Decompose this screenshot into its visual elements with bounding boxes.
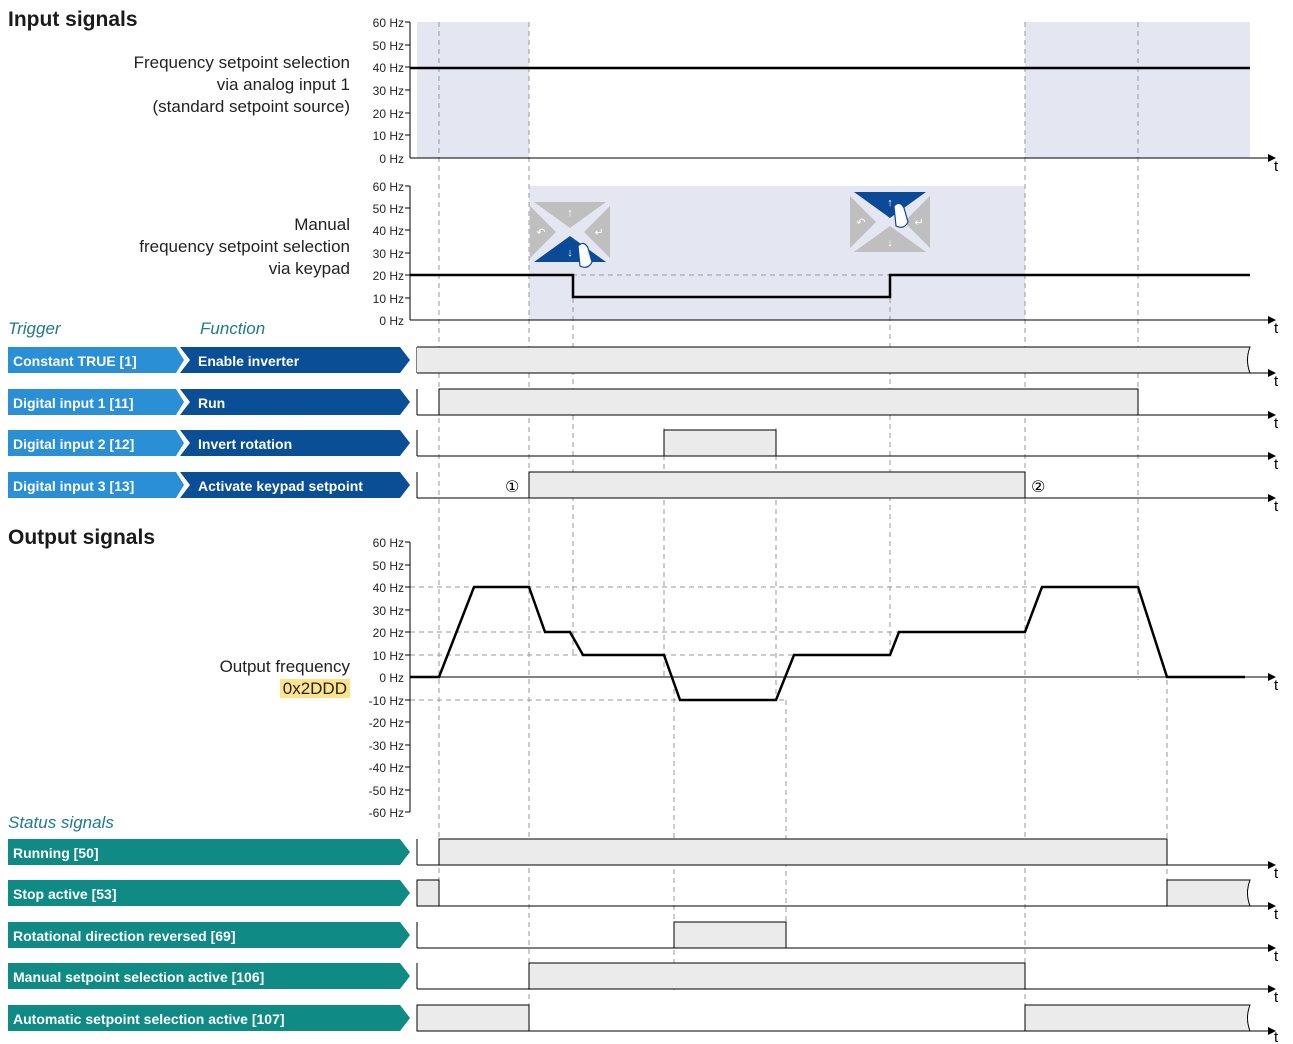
output-tick-0: 0 Hz bbox=[379, 671, 404, 685]
trigger-2-source: Digital input 1 [11] bbox=[13, 395, 134, 411]
marker-2: ② bbox=[1031, 479, 1045, 496]
status-4-label: Manual setpoint selection active [106] bbox=[13, 969, 264, 985]
analog-tick-20: 20 Hz bbox=[373, 107, 404, 121]
timing-diagram: 60 Hz 50 Hz 40 Hz 30 Hz 20 Hz 10 Hz 0 Hz… bbox=[8, 16, 1279, 1044]
output-tick-m30: -30 Hz bbox=[369, 739, 404, 753]
trigger-4-function: Activate keypad setpoint bbox=[198, 478, 363, 494]
svg-text:↵: ↵ bbox=[914, 217, 923, 229]
status-5-time-label: t bbox=[1274, 1029, 1279, 1044]
trigger-waveforms bbox=[416, 346, 1276, 502]
status-4-time-label: t bbox=[1274, 989, 1279, 1006]
keypad-tick-60: 60 Hz bbox=[373, 180, 404, 194]
output-tick-60: 60 Hz bbox=[373, 536, 404, 550]
status-3-label: Rotational direction reversed [69] bbox=[13, 928, 236, 944]
status-row-5: Automatic setpoint selection active [107… bbox=[8, 1005, 410, 1031]
keypad-tick-0: 0 Hz bbox=[379, 314, 404, 328]
trigger-3-function: Invert rotation bbox=[198, 436, 292, 452]
output-tick-50: 50 Hz bbox=[373, 559, 404, 573]
svg-text:↑: ↑ bbox=[567, 207, 573, 219]
trigger-row-2: Digital input 1 [11] Run bbox=[8, 389, 410, 415]
output-frequency-line bbox=[410, 585, 1245, 702]
keypad-tick-20: 20 Hz bbox=[373, 269, 404, 283]
event-lines bbox=[438, 22, 1168, 1030]
keypad-tick-30: 30 Hz bbox=[373, 247, 404, 261]
trigger-4-source: Digital input 3 [13] bbox=[13, 478, 134, 494]
output-tick-30: 30 Hz bbox=[373, 604, 404, 618]
output-tick-m20: -20 Hz bbox=[369, 716, 404, 730]
output-tick-10: 10 Hz bbox=[373, 649, 404, 663]
svg-text:↶: ↶ bbox=[536, 227, 545, 239]
status-row-4: Manual setpoint selection active [106] bbox=[8, 963, 410, 989]
keypad-active-region bbox=[529, 186, 1025, 320]
trigger-row-4: Digital input 3 [13] Activate keypad set… bbox=[8, 472, 410, 498]
output-tick-m60: -60 Hz bbox=[369, 806, 404, 820]
output-tick-40: 40 Hz bbox=[373, 581, 404, 595]
status-row-3: Rotational direction reversed [69] bbox=[8, 922, 410, 948]
status-2-label: Stop active [53] bbox=[13, 886, 116, 902]
analog-tick-30: 30 Hz bbox=[373, 84, 404, 98]
status-row-2: Stop active [53] bbox=[8, 880, 410, 906]
trigger-4-time-label: t bbox=[1274, 498, 1279, 515]
trigger-1-source: Constant TRUE [1] bbox=[13, 353, 137, 369]
svg-text:↓: ↓ bbox=[567, 247, 573, 259]
status-waveforms bbox=[416, 838, 1276, 1035]
svg-text:↶: ↶ bbox=[856, 217, 865, 229]
analog-tick-10: 10 Hz bbox=[373, 129, 404, 143]
status-1-label: Running [50] bbox=[13, 845, 99, 861]
output-tick-m10: -10 Hz bbox=[369, 694, 404, 708]
keypad-tick-50: 50 Hz bbox=[373, 202, 404, 216]
status-1-time-label: t bbox=[1274, 865, 1279, 882]
svg-text:↑: ↑ bbox=[887, 197, 893, 209]
output-tick-m40: -40 Hz bbox=[369, 761, 404, 775]
output-time-label: t bbox=[1274, 677, 1279, 694]
status-row-1: Running [50] bbox=[8, 839, 410, 865]
svg-text:↓: ↓ bbox=[887, 237, 893, 249]
analog-tick-0: 0 Hz bbox=[379, 152, 404, 166]
analog-tick-labels: 60 Hz 50 Hz 40 Hz 30 Hz 20 Hz 10 Hz 0 Hz bbox=[373, 16, 404, 166]
keypad-tick-10: 10 Hz bbox=[373, 292, 404, 306]
status-2-time-label: t bbox=[1274, 906, 1279, 923]
status-5-label: Automatic setpoint selection active [107… bbox=[13, 1011, 285, 1027]
keypad-tick-labels: 60 Hz 50 Hz 40 Hz 30 Hz 20 Hz 10 Hz 0 Hz bbox=[373, 180, 404, 328]
analog-active-region-1 bbox=[417, 22, 529, 158]
keypad-tick-40: 40 Hz bbox=[373, 224, 404, 238]
svg-text:↵: ↵ bbox=[594, 227, 603, 239]
status-3-time-label: t bbox=[1274, 948, 1279, 965]
trigger-3-time-label: t bbox=[1274, 456, 1279, 473]
output-plot-axes bbox=[405, 541, 1276, 813]
analog-time-label: t bbox=[1274, 158, 1279, 175]
trigger-2-function: Run bbox=[198, 395, 225, 411]
analog-tick-50: 50 Hz bbox=[373, 39, 404, 53]
analog-tick-40: 40 Hz bbox=[373, 61, 404, 75]
analog-tick-60: 60 Hz bbox=[373, 16, 404, 30]
trigger-row-1: Constant TRUE [1] Enable inverter bbox=[8, 347, 410, 373]
output-tick-labels: 60 Hz 50 Hz 40 Hz 30 Hz 20 Hz 10 Hz 0 Hz… bbox=[369, 536, 404, 820]
keypad-time-label: t bbox=[1274, 320, 1279, 337]
trigger-2-time-label: t bbox=[1274, 415, 1279, 432]
output-tick-m50: -50 Hz bbox=[369, 784, 404, 798]
trigger-row-3: Digital input 2 [12] Invert rotation bbox=[8, 430, 410, 456]
trigger-3-source: Digital input 2 [12] bbox=[13, 436, 134, 452]
marker-1: ① bbox=[505, 479, 519, 496]
trigger-1-time-label: t bbox=[1274, 373, 1279, 390]
trigger-1-function: Enable inverter bbox=[198, 353, 300, 369]
output-tick-20: 20 Hz bbox=[373, 626, 404, 640]
